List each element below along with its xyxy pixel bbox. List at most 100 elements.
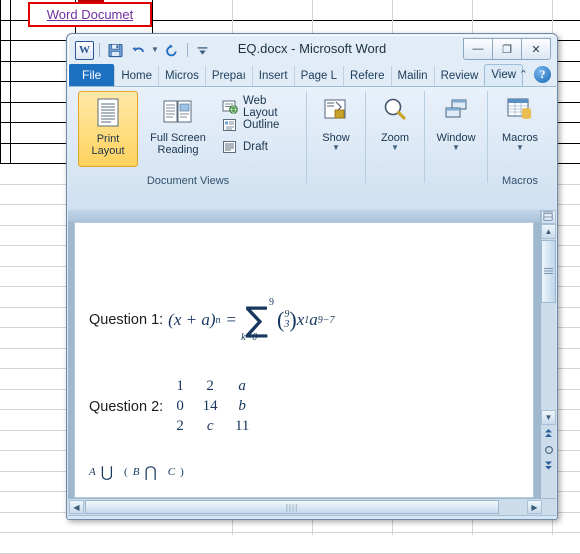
zoom-slider[interactable] <box>425 520 531 521</box>
document-area[interactable]: Question 1: (x + a) n = 9 ∑ k=0 ( 9 3) … <box>68 210 556 498</box>
full-screen-reading-button[interactable]: Full Screen Reading <box>142 91 214 167</box>
quick-access-toolbar[interactable]: W ▼ <box>75 39 213 61</box>
next-object-icon[interactable] <box>541 458 556 473</box>
view-buttons[interactable] <box>260 519 369 520</box>
scroll-up-button[interactable]: ▲ <box>541 224 556 239</box>
draft-button[interactable]: Draft <box>222 139 268 155</box>
scroll-left-button[interactable]: ◀ <box>69 500 84 514</box>
web-layout-view-icon[interactable] <box>306 519 323 520</box>
title-bar[interactable]: EQ.docx - Microsoft Word W ▼ — ❐ ✕ <box>67 34 557 64</box>
vertical-scroll-thumb[interactable] <box>541 240 556 303</box>
zoom-button[interactable]: Zoom ▼ <box>367 91 423 167</box>
customize-qat-icon[interactable] <box>193 40 213 60</box>
web-layout-icon <box>222 99 238 115</box>
window-button[interactable]: Window ▼ <box>426 91 486 167</box>
question-2-lead: Question 2: <box>89 398 164 415</box>
document-page[interactable]: Question 1: (x + a) n = 9 ∑ k=0 ( 9 3) … <box>74 222 534 498</box>
zoom-in-button[interactable]: + <box>535 518 552 519</box>
tab-file[interactable]: File <box>69 64 115 86</box>
window-dropdown-icon[interactable]: ▼ <box>452 144 460 152</box>
redo-icon[interactable] <box>162 40 182 60</box>
matrix-cell-3-2: c <box>206 418 214 434</box>
print-layout-view-icon[interactable] <box>266 519 283 520</box>
summation-symbol: 9 ∑ k=0 <box>241 298 274 343</box>
print-layout-button[interactable]: Print Layout <box>78 91 138 167</box>
matrix-cell-1-1: 1 <box>176 378 184 394</box>
equation-question-2: Question 2: 1 2 a 0 14 b 2 c 11 <box>89 378 257 435</box>
tab-page-l[interactable]: Page L <box>293 66 343 86</box>
document-content[interactable]: Question 1: (x + a) n = 9 ∑ k=0 ( 9 3) … <box>75 223 533 497</box>
group-separator-1 <box>306 91 307 183</box>
tab-home[interactable]: Home <box>114 66 158 86</box>
sigma-upper-limit: 9 <box>269 297 275 308</box>
grid-row[interactable] <box>0 533 580 554</box>
restore-button[interactable]: ❐ <box>492 38 522 60</box>
intersection-icon: ⋂ <box>144 463 157 481</box>
tab-prepa-[interactable]: Prepaı <box>204 66 252 86</box>
help-icon[interactable]: ? <box>534 66 551 83</box>
q1-term-a-exp: 9−7 <box>317 314 335 326</box>
full-screen-reading-icon <box>161 95 195 129</box>
outline-view-icon[interactable] <box>326 519 343 520</box>
zoom-out-button[interactable]: − <box>405 518 422 519</box>
q1-term-x: x <box>296 310 305 329</box>
show-dropdown-icon[interactable]: ▼ <box>332 144 340 152</box>
macros-dropdown-icon[interactable]: ▼ <box>516 144 524 152</box>
q1-equals: = <box>226 310 237 329</box>
save-icon[interactable] <box>105 40 125 60</box>
scroll-down-button[interactable]: ▼ <box>541 410 556 425</box>
ribbon-tab-strip[interactable]: File Home Micros Prepaı Insert Page L Refere Ma… <box>67 64 557 86</box>
group-separator-3 <box>424 91 425 183</box>
group-separator-4 <box>487 91 488 183</box>
tab-view[interactable]: View <box>484 64 524 86</box>
grid-column-line <box>10 0 11 164</box>
web-layout-button[interactable]: Web Layout <box>222 95 304 119</box>
macros-button[interactable]: Macros ▼ <box>489 91 551 167</box>
matrix-3x3: 1 2 a 0 14 b 2 c 11 <box>167 378 257 435</box>
window-controls[interactable]: — ❐ ✕ <box>463 38 551 60</box>
set-a: A <box>89 466 96 478</box>
tab-micros[interactable]: Micros <box>158 66 205 86</box>
select-browse-object-icon[interactable] <box>541 442 556 457</box>
q1-term-a: a <box>309 310 318 329</box>
zoom-dropdown-icon[interactable]: ▼ <box>391 144 399 152</box>
close-button[interactable]: ✕ <box>521 38 551 60</box>
qat-divider <box>99 43 100 57</box>
draft-view-icon[interactable] <box>346 519 363 520</box>
group-separator-2 <box>365 91 366 183</box>
undo-icon[interactable] <box>128 40 148 60</box>
hyperlink-cell[interactable]: Word Documet <box>28 2 152 27</box>
previous-object-icon[interactable] <box>541 426 556 441</box>
tab-refere[interactable]: Refere <box>343 66 391 86</box>
sigma-glyph: ∑ <box>245 300 269 340</box>
undo-dropdown-icon[interactable]: ▼ <box>151 46 159 54</box>
ribbon-tabs: File Home Micros Prepaı Insert Page L Refere Ma… <box>69 64 524 86</box>
horizontal-scroll-thumb[interactable]: |||| <box>85 500 499 514</box>
matrix-cell-2-3: b <box>238 398 246 414</box>
outline-label: Outline <box>243 119 280 131</box>
show-button[interactable]: Show ▼ <box>308 91 364 167</box>
ribbon-group-window: Window ▼ <box>426 87 486 189</box>
vertical-scrollbar[interactable]: ▲ ▼ <box>540 210 556 498</box>
outline-button[interactable]: Outline <box>222 117 279 133</box>
tab-insert[interactable]: Insert <box>251 66 294 86</box>
document-views-group-label: Document Views <box>146 175 230 187</box>
split-window-icon[interactable] <box>541 210 556 224</box>
matrix-cell-1-2: 2 <box>206 378 214 394</box>
chevron-up-icon[interactable]: ⌃ <box>519 68 528 81</box>
word-window[interactable]: EQ.docx - Microsoft Word W ▼ — ❐ ✕ File … <box>66 33 558 520</box>
zoom-controls[interactable]: 70% − + <box>373 518 552 521</box>
q1-lhs-exponent: n <box>215 314 221 326</box>
scroll-right-button[interactable]: ▶ <box>527 500 542 514</box>
ribbon[interactable]: Print Layout Full Screen Reading Web Lay… <box>68 86 556 210</box>
status-bar[interactable]: Page: 1 of 1 Line: 1 Words: 8 <box>68 515 556 521</box>
horizontal-scrollbar[interactable]: ◀ |||| ▶ <box>68 498 556 515</box>
minimize-button[interactable]: — <box>463 38 493 60</box>
word-document-hyperlink[interactable]: Word Documet <box>47 7 133 22</box>
full-screen-reading-view-icon[interactable] <box>286 519 303 520</box>
ribbon-tab-right-controls[interactable]: ⌃ ? <box>519 66 551 83</box>
word-logo-icon[interactable]: W <box>75 40 94 60</box>
ruler-strip <box>68 210 540 222</box>
tab-mailin[interactable]: Mailin <box>390 66 434 86</box>
tab-review[interactable]: Review <box>433 66 485 86</box>
